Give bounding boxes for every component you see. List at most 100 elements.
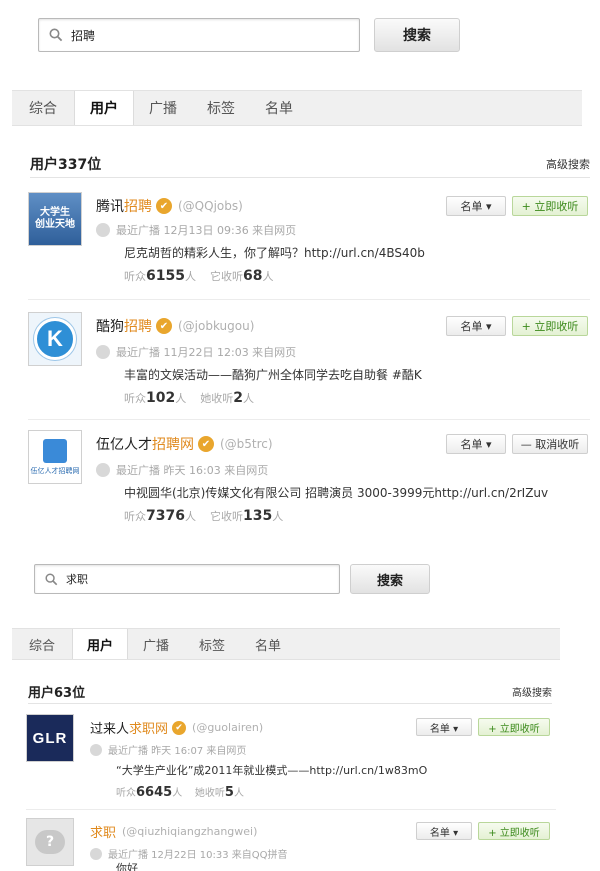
- listener-count: 7376: [146, 508, 185, 524]
- list-dropdown-button[interactable]: 名单 ▾: [446, 316, 506, 336]
- user-stats: 听众7376人 它收听135人: [124, 508, 284, 524]
- tab-all[interactable]: 综合: [12, 91, 74, 125]
- avatar-caption: ?: [45, 834, 55, 850]
- recent-broadcast-meta: 最近广播 12月22日 10:33 来自QQ拼音: [90, 846, 288, 861]
- following-count: 135: [242, 508, 273, 524]
- search-bar: 招聘 搜索: [38, 18, 460, 52]
- tab-all[interactable]: 综合: [12, 629, 72, 659]
- latest-broadcast: 你好: [116, 862, 138, 871]
- avatar-caption: 伍亿人才招聘网: [30, 466, 80, 475]
- user-name-line: 腾讯招聘 ✔ (@QQjobs): [96, 196, 243, 216]
- tab-lists[interactable]: 名单: [240, 629, 296, 659]
- logo-mark: [43, 438, 67, 463]
- following-count: 68: [242, 268, 263, 284]
- user-name[interactable]: 求职: [90, 822, 116, 841]
- user-name[interactable]: 伍亿人才招聘网: [96, 434, 194, 454]
- latest-broadcast: “大学生产业化”成2011年就业模式——http://url.cn/1w83mO: [116, 764, 428, 777]
- verified-icon: ✔: [172, 720, 187, 735]
- tab-broadcast[interactable]: 广播: [134, 91, 192, 125]
- verified-icon: ✔: [156, 318, 172, 334]
- user-stats: 听众6155人 它收听68人: [124, 268, 274, 284]
- tab-tags[interactable]: 标签: [192, 91, 250, 125]
- verified-icon: ✔: [198, 436, 214, 452]
- list-dropdown-button[interactable]: 名单 ▾: [416, 822, 472, 840]
- latest-broadcast: 丰富的文娱活动——酷狗广州全体同学去吃自助餐 #酷K: [124, 368, 422, 382]
- follow-button[interactable]: + 立即收听: [478, 718, 550, 736]
- user-name-line: 伍亿人才招聘网 ✔ (@b5trc): [96, 434, 273, 454]
- advanced-search-link[interactable]: 高级搜索: [546, 156, 590, 172]
- user-name-line: 求职 (@qiuzhiqiangzhangwei): [90, 822, 257, 841]
- broadcast-icon: [96, 223, 110, 237]
- search-button[interactable]: 搜索: [374, 18, 460, 52]
- avatar[interactable]: ?: [26, 818, 74, 866]
- search-bar: 求职 搜索: [34, 564, 430, 594]
- latest-broadcast: 尼克胡哲的精彩人生，你了解吗？http://url.cn/4BS40b: [124, 246, 425, 260]
- search-query: 招聘: [71, 28, 96, 43]
- tab-users[interactable]: 用户: [74, 91, 134, 125]
- search-query: 求职: [66, 573, 88, 586]
- tab-broadcast[interactable]: 广播: [128, 629, 184, 659]
- following-count: 5: [224, 785, 234, 800]
- follow-button[interactable]: + 立即收听: [478, 822, 550, 840]
- tab-tags[interactable]: 标签: [184, 629, 240, 659]
- follow-button[interactable]: + 立即收听: [512, 196, 588, 216]
- avatar-caption: 大学生 创业天地: [35, 207, 75, 230]
- recent-broadcast-meta: 最近广播 昨天 16:03 来自网页: [96, 462, 268, 478]
- broadcast-icon: [96, 345, 110, 359]
- tab-bar: 综合 用户 广播 标签 名单: [12, 628, 560, 660]
- avatar-caption: K: [47, 326, 63, 351]
- user-stats: 听众102人 她收听2人: [124, 390, 254, 406]
- verified-icon: ✔: [156, 198, 172, 214]
- avatar[interactable]: 大学生 创业天地: [28, 192, 82, 246]
- broadcast-icon: [90, 743, 102, 756]
- listener-count: 102: [146, 390, 176, 406]
- user-stats: 听众6645人 她收听5人: [116, 785, 244, 800]
- user-id: (@qiuzhiqiangzhangwei): [122, 825, 258, 838]
- list-dropdown-button[interactable]: 名单 ▾: [446, 196, 506, 216]
- user-name-line: 酷狗招聘 ✔ (@jobkugou): [96, 316, 254, 336]
- user-card: 大学生 创业天地 腾讯招聘 ✔ (@QQjobs) 名单 ▾ + 立即收听 最近…: [28, 192, 590, 300]
- user-card: ? 求职 (@qiuzhiqiangzhangwei) 名单 ▾ + 立即收听 …: [26, 818, 556, 871]
- tab-lists[interactable]: 名单: [250, 91, 308, 125]
- list-dropdown-button[interactable]: 名单 ▾: [446, 434, 506, 454]
- listener-count: 6155: [146, 268, 185, 284]
- user-id: (@guolairen): [192, 721, 264, 734]
- unfollow-button[interactable]: — 取消收听: [512, 434, 588, 454]
- recent-broadcast-meta: 最近广播 12月13日 09:36 来自网页: [96, 222, 296, 238]
- user-name[interactable]: 过来人求职网: [90, 718, 168, 737]
- search-icon: [49, 28, 63, 42]
- follow-button[interactable]: + 立即收听: [512, 316, 588, 336]
- result-header: 用户63位 高级搜索: [28, 680, 552, 704]
- search-button[interactable]: 搜索: [350, 564, 430, 594]
- result-count: 用户337位: [30, 156, 102, 173]
- user-card: 伍亿人才招聘网 伍亿人才招聘网 ✔ (@b5trc) 名单 ▾ — 取消收听 最…: [28, 430, 590, 534]
- avatar[interactable]: K: [28, 312, 82, 366]
- avatar-caption: GLR: [32, 729, 68, 747]
- search-input[interactable]: 求职: [34, 564, 340, 594]
- user-name[interactable]: 腾讯招聘: [96, 196, 152, 216]
- user-id: (@jobkugou): [178, 319, 255, 333]
- result-count: 用户63位: [28, 686, 86, 701]
- result-header: 用户337位 高级搜索: [30, 150, 590, 178]
- recent-broadcast-meta: 最近广播 11月22日 12:03 来自网页: [96, 344, 296, 360]
- tab-users[interactable]: 用户: [72, 629, 128, 659]
- advanced-search-link[interactable]: 高级搜索: [512, 684, 552, 699]
- broadcast-icon: [96, 463, 110, 477]
- user-id: (@b5trc): [220, 437, 273, 451]
- following-count: 2: [233, 390, 243, 406]
- listener-count: 6645: [136, 785, 173, 800]
- user-name[interactable]: 酷狗招聘: [96, 316, 152, 336]
- recent-broadcast-meta: 最近广播 昨天 16:07 来自网页: [90, 742, 246, 757]
- avatar[interactable]: 伍亿人才招聘网: [28, 430, 82, 484]
- search-input[interactable]: 招聘: [38, 18, 360, 52]
- search-icon: [45, 572, 58, 585]
- user-card: GLR 过来人求职网 ✔ (@guolairen) 名单 ▾ + 立即收听 最近…: [26, 714, 556, 810]
- latest-broadcast: 中视圆华(北京)传媒文化有限公司 招聘演员 3000-3999元http://u…: [124, 486, 549, 500]
- user-name-line: 过来人求职网 ✔ (@guolairen): [90, 718, 263, 737]
- user-id: (@QQjobs): [178, 199, 243, 213]
- avatar[interactable]: GLR: [26, 714, 74, 762]
- user-card: K 酷狗招聘 ✔ (@jobkugou) 名单 ▾ + 立即收听 最近广播 11…: [28, 312, 590, 420]
- list-dropdown-button[interactable]: 名单 ▾: [416, 718, 472, 736]
- tab-bar: 综合 用户 广播 标签 名单: [12, 90, 582, 126]
- broadcast-icon: [90, 847, 102, 860]
